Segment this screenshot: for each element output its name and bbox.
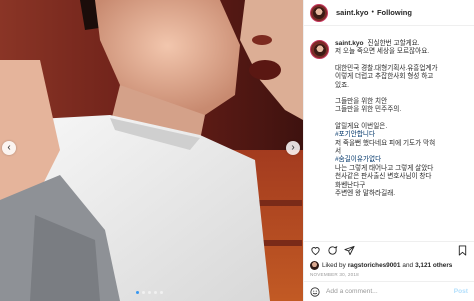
instagram-post: ‹ › saint.kyo • Following saint.kyo 진실한번… [0, 0, 474, 301]
caption-line: 대한민국 경찰.대형기획사.유흥업계가 [335, 64, 438, 72]
post-comment-button[interactable]: Post [454, 288, 468, 295]
caption-line: 주변엔 왕 말하라길래. [335, 190, 396, 198]
liker-avatar[interactable] [310, 260, 319, 270]
caption-line: 그들만을 위한 민주주의. [335, 106, 402, 114]
post-side-panel: saint.kyo • Following saint.kyo 진실한번 고할게… [303, 0, 474, 301]
carousel-dot [148, 291, 151, 294]
action-bar [304, 241, 474, 259]
post-header: saint.kyo • Following [304, 0, 474, 26]
comment-input[interactable] [326, 288, 454, 295]
liked-conjunction: and [402, 261, 414, 269]
previous-slide-button[interactable]: ‹ [2, 141, 16, 155]
chevron-right-icon: › [291, 142, 295, 153]
post-media[interactable]: ‹ › [0, 0, 303, 301]
carousel-dot [160, 291, 163, 294]
carousel-indicator [136, 291, 163, 294]
header-separator: • [371, 9, 374, 16]
caption: saint.kyo 진실한번 고할게요. 저 오늘 죽으면 세상을 모르잖아요.… [335, 40, 463, 241]
caption-line: 저 오늘 죽으면 세상을 모르잖아요. [335, 48, 430, 56]
liked-by-prefix: Liked by [322, 261, 346, 269]
avatar-image [313, 6, 325, 19]
header-username[interactable]: saint.kyo [336, 8, 369, 17]
next-slide-button[interactable]: › [286, 141, 300, 155]
caption-line: 이렇게 더럽고 추잡한사회 형성 하고 [335, 73, 434, 81]
caption-line: 알릴게요 이번일은. [335, 122, 388, 130]
post-photo [0, 0, 303, 301]
avatar-image [313, 43, 326, 56]
carousel-dot [154, 291, 157, 294]
carousel-dot [142, 291, 145, 294]
heart-icon[interactable] [310, 245, 321, 256]
caption-avatar[interactable] [310, 40, 329, 59]
carousel-dot [136, 291, 139, 294]
emoji-icon[interactable] [310, 286, 320, 297]
liker-username[interactable]: ragstoriches9001 [348, 262, 401, 269]
comment-icon[interactable] [327, 245, 338, 256]
chevron-left-icon: ‹ [7, 142, 11, 153]
others-count-link[interactable]: 3,121 others [415, 262, 452, 269]
post-date[interactable]: NOVEMBER 30, 2018 [304, 271, 474, 281]
caption-username[interactable]: saint.kyo [335, 40, 364, 47]
caption-line: 있죠. [335, 81, 349, 89]
share-icon[interactable] [344, 245, 355, 256]
hashtag-link[interactable]: #숨길이유가없다 [335, 156, 463, 164]
caption-line: 천사같은 판사출신 변호사님이 창다 [335, 173, 432, 181]
caption-line: 저 죽을뻔 했다네요 피에 기도가 막혀 [335, 139, 436, 147]
following-button[interactable]: Following [377, 8, 412, 17]
likes-summary: Liked by ragstoriches9001 and 3,121 othe… [304, 259, 474, 271]
comments-section: saint.kyo 진실한번 고할게요. 저 오늘 죽으면 세상을 모르잖아요.… [304, 26, 474, 241]
hashtag-link[interactable]: #포기안합니다 [335, 131, 463, 139]
caption-line: 진실한번 고할게요. [367, 40, 420, 47]
avatar[interactable] [310, 3, 328, 22]
add-comment-bar: Post [304, 281, 474, 301]
bookmark-icon[interactable] [457, 245, 468, 256]
caption-line: 화벤난다구 [335, 181, 366, 189]
